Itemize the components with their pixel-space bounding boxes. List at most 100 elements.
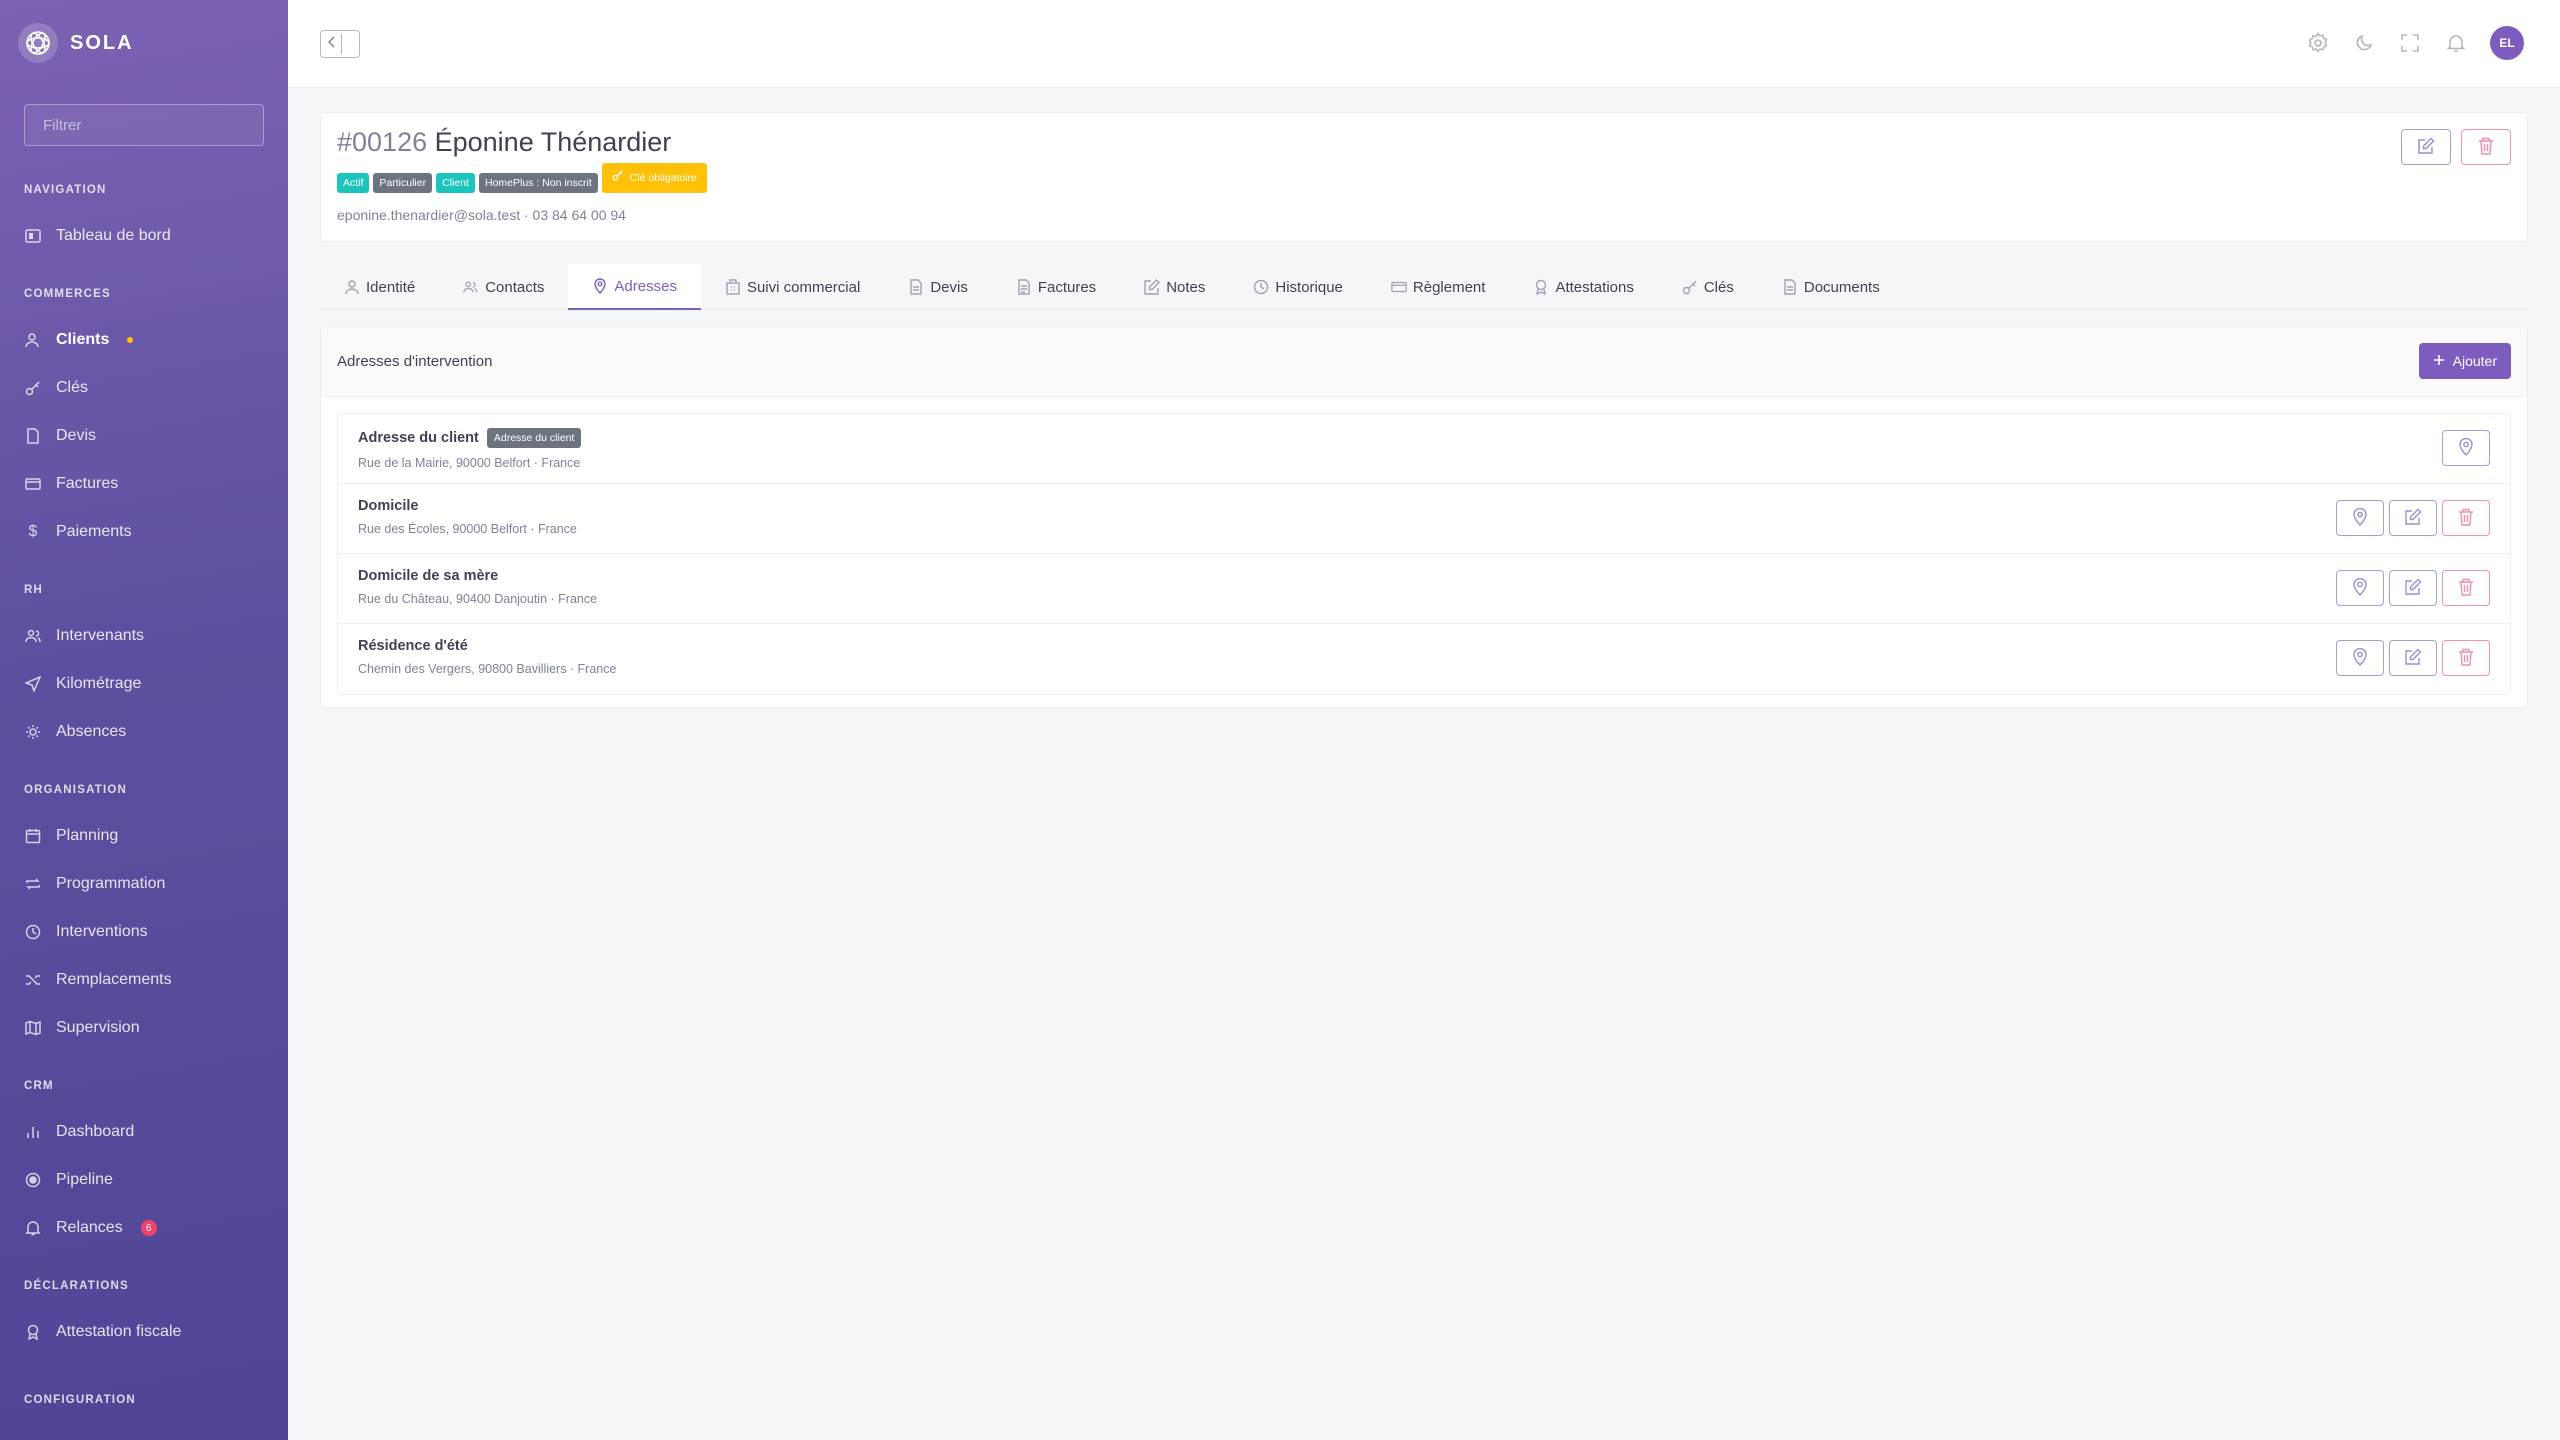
address-line: Rue des Écoles, 90000 Belfort · France xyxy=(358,522,577,536)
locate-address-button[interactable] xyxy=(2442,430,2490,466)
section-navigation: NAVIGATION xyxy=(24,184,107,196)
tab-adresses[interactable]: Adresses xyxy=(568,264,701,310)
sidebar-item-cles[interactable]: Clés xyxy=(0,364,288,412)
address-actions xyxy=(2336,500,2490,536)
tab-factures[interactable]: Factures xyxy=(992,264,1120,310)
addresses-list: Adresse du client Adresse du client Rue … xyxy=(337,413,2511,695)
sola-logo-icon xyxy=(18,23,58,63)
client-id: #00126 xyxy=(337,127,428,157)
bar-chart-icon xyxy=(24,1123,42,1141)
addresses-card: Adresses d'intervention Ajouter Adresse … xyxy=(320,326,2528,708)
clock-icon xyxy=(24,923,42,941)
sidebar-item-remplacements[interactable]: Remplacements xyxy=(0,956,288,1004)
sidebar-item-paiements[interactable]: $ Paiements xyxy=(0,508,288,556)
trash-icon xyxy=(2458,578,2474,599)
tab-label: Clés xyxy=(1703,278,1734,296)
settings-gear-icon[interactable] xyxy=(2306,31,2330,55)
sidebar-item-clients[interactable]: Clients xyxy=(0,316,288,364)
map-pin-icon xyxy=(2352,577,2368,599)
locate-address-button[interactable] xyxy=(2336,500,2384,536)
section-rh: RH xyxy=(24,584,44,596)
section-crm: CRM xyxy=(24,1080,54,1092)
type-badge-particulier: Particulier xyxy=(373,173,433,193)
fullscreen-icon[interactable] xyxy=(2398,31,2422,55)
sidebar-item-factures[interactable]: Factures xyxy=(0,460,288,508)
chevron-left-icon xyxy=(327,35,337,53)
award-icon xyxy=(24,1323,42,1341)
client-name: Éponine Thénardier xyxy=(434,127,672,157)
add-address-button[interactable]: Ajouter xyxy=(2418,343,2511,379)
sidebar-item-devis[interactable]: Devis xyxy=(0,412,288,460)
tab-label: Contacts xyxy=(485,278,545,296)
sidebar-item-attestation-fiscale[interactable]: Attestation fiscale xyxy=(0,1308,288,1356)
address-row: Résidence d'été Chemin des Vergers, 9080… xyxy=(338,624,2510,694)
status-badge-actif: Actif xyxy=(337,173,370,193)
sidebar: SOLA NAVIGATION Tableau de bord COMMERCE… xyxy=(0,0,288,1440)
sidebar-item-tableau-de-bord[interactable]: Tableau de bord xyxy=(0,212,288,260)
document-icon xyxy=(908,279,924,295)
edit-address-button[interactable] xyxy=(2389,500,2437,536)
notifications-bell-icon[interactable] xyxy=(2444,31,2468,55)
sidebar-item-label: Kilométrage xyxy=(56,675,142,692)
tab-cles[interactable]: Clés xyxy=(1658,264,1758,310)
locate-address-button[interactable] xyxy=(2336,570,2384,606)
tab-notes[interactable]: Notes xyxy=(1120,264,1229,310)
address-name: Adresse du client Adresse du client xyxy=(358,428,2490,448)
address-name-text: Domicile de sa mère xyxy=(358,568,499,584)
edit-icon xyxy=(2404,508,2422,529)
tab-contacts[interactable]: Contacts xyxy=(439,264,568,310)
sun-icon xyxy=(24,723,42,741)
target-icon xyxy=(24,1171,42,1189)
edit-address-button[interactable] xyxy=(2389,570,2437,606)
sidebar-item-intervenants[interactable]: Intervenants xyxy=(0,612,288,660)
user-avatar[interactable]: EL xyxy=(2490,26,2524,60)
tab-label: Factures xyxy=(1037,278,1097,296)
sidebar-item-dashboard[interactable]: Dashboard xyxy=(0,1108,288,1156)
sidebar-item-pipeline[interactable]: Pipeline xyxy=(0,1156,288,1204)
key-icon xyxy=(1682,279,1698,295)
brand[interactable]: SOLA xyxy=(18,22,134,64)
sidebar-item-label: Supervision xyxy=(56,1019,140,1036)
tab-historique[interactable]: Historique xyxy=(1229,264,1367,310)
sidebar-item-relances[interactable]: Relances 6 xyxy=(0,1204,288,1252)
address-name-text: Résidence d'été xyxy=(358,638,468,654)
tab-identite[interactable]: Identité xyxy=(320,264,439,310)
address-row: Domicile Rue des Écoles, 90000 Belfort ·… xyxy=(338,484,2510,554)
sidebar-item-kilometrage[interactable]: Kilométrage xyxy=(0,660,288,708)
sidebar-item-label: Clés xyxy=(56,379,89,396)
tab-label: Identité xyxy=(366,278,416,296)
sidebar-item-label: Planning xyxy=(56,827,119,844)
sidebar-item-planning[interactable]: Planning xyxy=(0,812,288,860)
tab-reglement[interactable]: Règlement xyxy=(1367,264,1510,310)
tab-label: Suivi commercial xyxy=(746,278,861,296)
sidebar-item-label: Relances xyxy=(56,1219,123,1236)
locate-address-button[interactable] xyxy=(2336,640,2384,676)
address-line: Rue de la Mairie, 90000 Belfort · France xyxy=(358,456,581,470)
edit-client-button[interactable] xyxy=(2401,129,2451,165)
sidebar-item-label: Devis xyxy=(56,427,97,444)
edit-address-button[interactable] xyxy=(2389,640,2437,676)
client-header-card: #00126 Éponine Thénardier Actif Particul… xyxy=(320,112,2528,242)
sidebar-item-supervision[interactable]: Supervision xyxy=(0,1004,288,1052)
sidebar-filter-input[interactable] xyxy=(24,104,264,146)
delete-client-button[interactable] xyxy=(2461,129,2511,165)
address-row: Domicile de sa mère Rue du Château, 9040… xyxy=(338,554,2510,624)
delete-address-button[interactable] xyxy=(2442,570,2490,606)
sidebar-item-label: Clients xyxy=(56,331,110,348)
sidebar-toggle-button[interactable] xyxy=(320,30,360,58)
section-configuration: CONFIGURATION xyxy=(24,1394,136,1406)
tab-documents[interactable]: Documents xyxy=(1758,264,1904,310)
sidebar-item-programmation[interactable]: Programmation xyxy=(0,860,288,908)
sidebar-item-absences[interactable]: Absences xyxy=(0,708,288,756)
sidebar-item-interventions[interactable]: Interventions xyxy=(0,908,288,956)
sidebar-item-label: Pipeline xyxy=(56,1171,113,1188)
client-badges: Actif Particulier Client HomePlus : Non … xyxy=(337,163,707,193)
tab-attestations[interactable]: Attestations xyxy=(1509,264,1657,310)
address-name: Domicile xyxy=(358,498,2490,514)
delete-address-button[interactable] xyxy=(2442,500,2490,536)
tab-devis[interactable]: Devis xyxy=(884,264,992,310)
delete-address-button[interactable] xyxy=(2442,640,2490,676)
moon-icon[interactable] xyxy=(2352,31,2376,55)
add-address-label: Ajouter xyxy=(2452,353,2497,369)
tab-suivi-commercial[interactable]: Suivi commercial xyxy=(701,264,884,310)
